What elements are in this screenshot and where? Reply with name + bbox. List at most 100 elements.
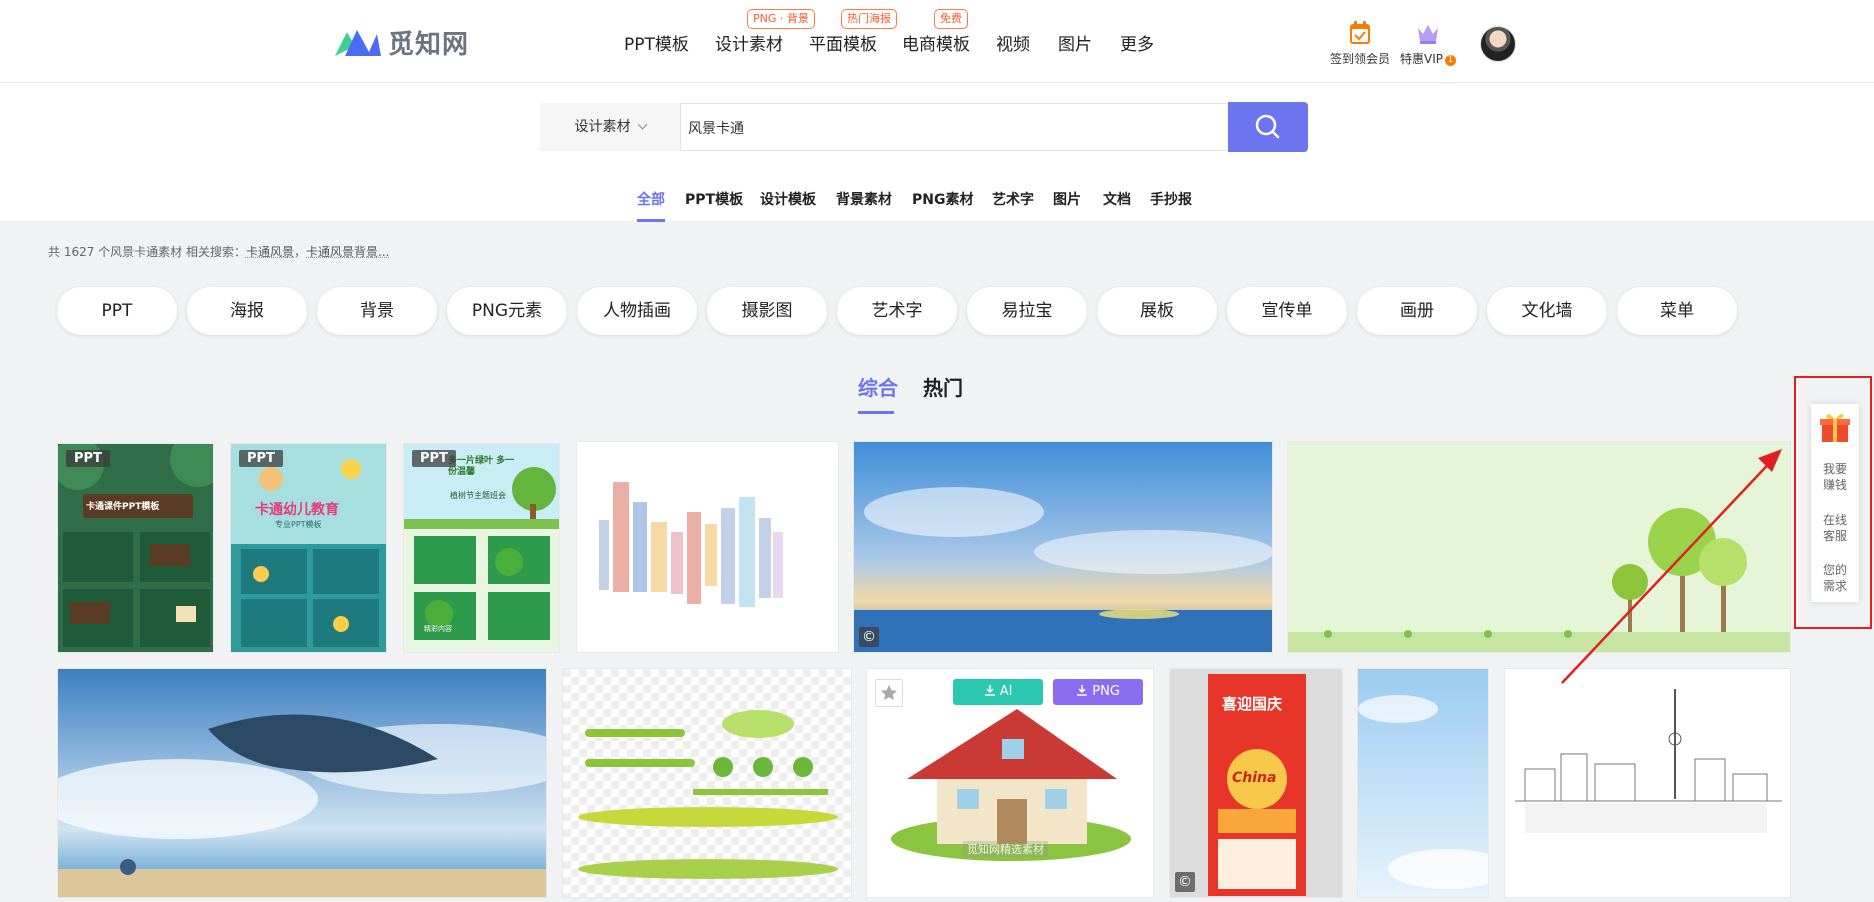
category-tab-6[interactable]: 图片	[1053, 189, 1081, 209]
category-tab-1[interactable]: PPT模板	[685, 189, 743, 209]
card-thumbnail	[563, 669, 851, 897]
poster-title-text: 喜迎国庆	[1222, 695, 1283, 713]
category-tab-0[interactable]: 全部	[637, 189, 665, 209]
result-count-text: 共 1627 个风景卡通素材 相关搜索：	[48, 245, 246, 259]
type-chip-3[interactable]: PNG元素	[447, 287, 567, 335]
result-summary: 共 1627 个风景卡通素材 相关搜索：卡通风景，卡通风景背景...	[48, 243, 389, 260]
user-avatar[interactable]	[1480, 26, 1516, 62]
material-card-ppt-forest[interactable]: 卡通课件PPT模板 PPT	[57, 443, 214, 653]
ai-download-button[interactable]: AI	[953, 679, 1043, 705]
type-chip-10[interactable]: 画册	[1357, 287, 1477, 335]
checkin-button[interactable]: 签到领会员	[1330, 20, 1390, 67]
crown-icon	[1418, 25, 1438, 44]
highlight-frame	[1794, 376, 1872, 629]
png-label: PNG	[1092, 684, 1120, 699]
arrow-annotation	[1561, 449, 1782, 684]
nav-badge-1: PNG · 背景	[747, 9, 815, 29]
favorite-button[interactable]	[875, 679, 903, 707]
logo-icon[interactable]	[333, 24, 383, 58]
vip-count-badge: 1	[1445, 55, 1456, 66]
card-thumbnail	[1358, 669, 1488, 897]
download-icon	[984, 685, 995, 696]
card-thumbnail	[58, 669, 546, 897]
card-thumbnail	[1505, 669, 1790, 897]
checkin-label: 签到领会员	[1330, 52, 1391, 66]
card-sub-text: 植树节主题班会	[450, 491, 506, 500]
type-chip-1[interactable]: 海报	[187, 287, 307, 335]
ppt-tag: PPT	[412, 450, 456, 467]
material-card-city-sketch[interactable]	[1504, 668, 1791, 898]
category-tab-3[interactable]: 背景素材	[836, 189, 892, 209]
poster-sub-text: China	[1232, 770, 1277, 786]
nav-item-2[interactable]: 平面模板	[809, 30, 877, 55]
type-chip-6[interactable]: 艺术字	[837, 287, 957, 335]
type-chip-8[interactable]: 展板	[1097, 287, 1217, 335]
related-search-link[interactable]: 卡通风景背景...	[306, 245, 389, 259]
card-footer-text: 精彩内容	[424, 625, 452, 633]
material-card-ppt-tree[interactable]: 多一片绿叶 多一份温馨 植树节主题班会 精彩内容 PPT	[403, 443, 560, 653]
nav-item-6[interactable]: 更多	[1120, 30, 1154, 55]
type-chip-9[interactable]: 宣传单	[1227, 287, 1347, 335]
material-card-tree-elements[interactable]	[562, 668, 852, 898]
card-title-text: 卡通课件PPT模板	[86, 502, 160, 512]
material-card-house[interactable]: AI PNG 觅知网精选素材	[866, 668, 1154, 898]
type-chip-7[interactable]: 易拉宝	[967, 287, 1087, 335]
type-chip-12[interactable]: 菜单	[1617, 287, 1737, 335]
nav-badge-3: 免费	[934, 9, 968, 29]
watermark-text: 觅知网精选素材	[963, 841, 1048, 857]
type-chip-5[interactable]: 摄影图	[707, 287, 827, 335]
logo-text[interactable]: 觅知网	[388, 24, 469, 61]
png-download-button[interactable]: PNG	[1053, 679, 1143, 705]
category-tab-8[interactable]: 手抄报	[1150, 189, 1192, 209]
search-icon	[1255, 114, 1280, 139]
card-title-text: 多一片绿叶 多一份温馨	[448, 456, 515, 477]
sort-tab-comprehensive[interactable]: 综合	[858, 372, 898, 401]
calendar-check-icon	[1350, 21, 1370, 44]
nav-item-4[interactable]: 视频	[996, 30, 1030, 55]
type-chip-4[interactable]: 人物插画	[577, 287, 697, 335]
search-button[interactable]	[1228, 102, 1308, 152]
nav-item-1[interactable]: 设计素材	[715, 30, 783, 55]
nav-badge-2: 热门海报	[841, 9, 897, 29]
material-card-city-skyline[interactable]	[576, 441, 839, 653]
category-tab-5[interactable]: 艺术字	[992, 189, 1034, 209]
active-tab-indicator	[637, 219, 665, 222]
type-chip-2[interactable]: 背景	[317, 287, 437, 335]
star-icon	[881, 685, 897, 700]
search-category-select[interactable]: 设计素材	[540, 103, 681, 151]
card-sub-text: 专业PPT模板	[275, 520, 322, 529]
nav-item-0[interactable]: PPT模板	[624, 30, 689, 55]
ai-label: AI	[999, 684, 1013, 699]
related-separator: ，	[294, 245, 307, 259]
sort-tab-hot[interactable]: 热门	[923, 372, 963, 401]
material-card-blue-sky[interactable]	[1357, 668, 1489, 898]
nav-item-5[interactable]: 图片	[1058, 30, 1092, 55]
category-tab-7[interactable]: 文档	[1103, 189, 1131, 209]
vip-label: 特惠VIP	[1400, 52, 1443, 66]
copyright-badge: ©	[1175, 872, 1195, 892]
material-card-sea-sky[interactable]: ©	[853, 441, 1273, 653]
sort-tab-indicator	[858, 411, 894, 414]
vip-button[interactable]: 特惠VIP 1	[1400, 20, 1456, 67]
ppt-tag: PPT	[66, 450, 110, 467]
chevron-down-icon	[637, 119, 647, 130]
download-icon	[1077, 685, 1088, 696]
material-card-whale-sky[interactable]	[57, 668, 547, 898]
copyright-badge: ©	[859, 627, 879, 647]
card-title-text: 卡通幼儿教育	[255, 502, 339, 518]
card-thumbnail	[577, 442, 838, 652]
category-tab-2[interactable]: 设计模板	[760, 189, 816, 209]
card-thumbnail	[231, 444, 386, 652]
material-card-national-day-poster[interactable]: 喜迎国庆 China ©	[1169, 668, 1343, 898]
type-chip-11[interactable]: 文化墙	[1487, 287, 1607, 335]
type-chip-0[interactable]: PPT	[57, 287, 177, 335]
ppt-tag: PPT	[239, 450, 283, 467]
material-card-ppt-kids[interactable]: 卡通幼儿教育 专业PPT模板 PPT	[230, 443, 387, 653]
related-search-link[interactable]: 卡通风景	[246, 245, 294, 259]
category-tab-4[interactable]: PNG素材	[912, 189, 973, 209]
card-thumbnail	[854, 442, 1272, 652]
search-input[interactable]	[682, 104, 1230, 152]
card-thumbnail	[58, 444, 213, 652]
nav-item-3[interactable]: 电商模板	[902, 30, 970, 55]
search-category-label: 设计素材	[574, 119, 631, 135]
